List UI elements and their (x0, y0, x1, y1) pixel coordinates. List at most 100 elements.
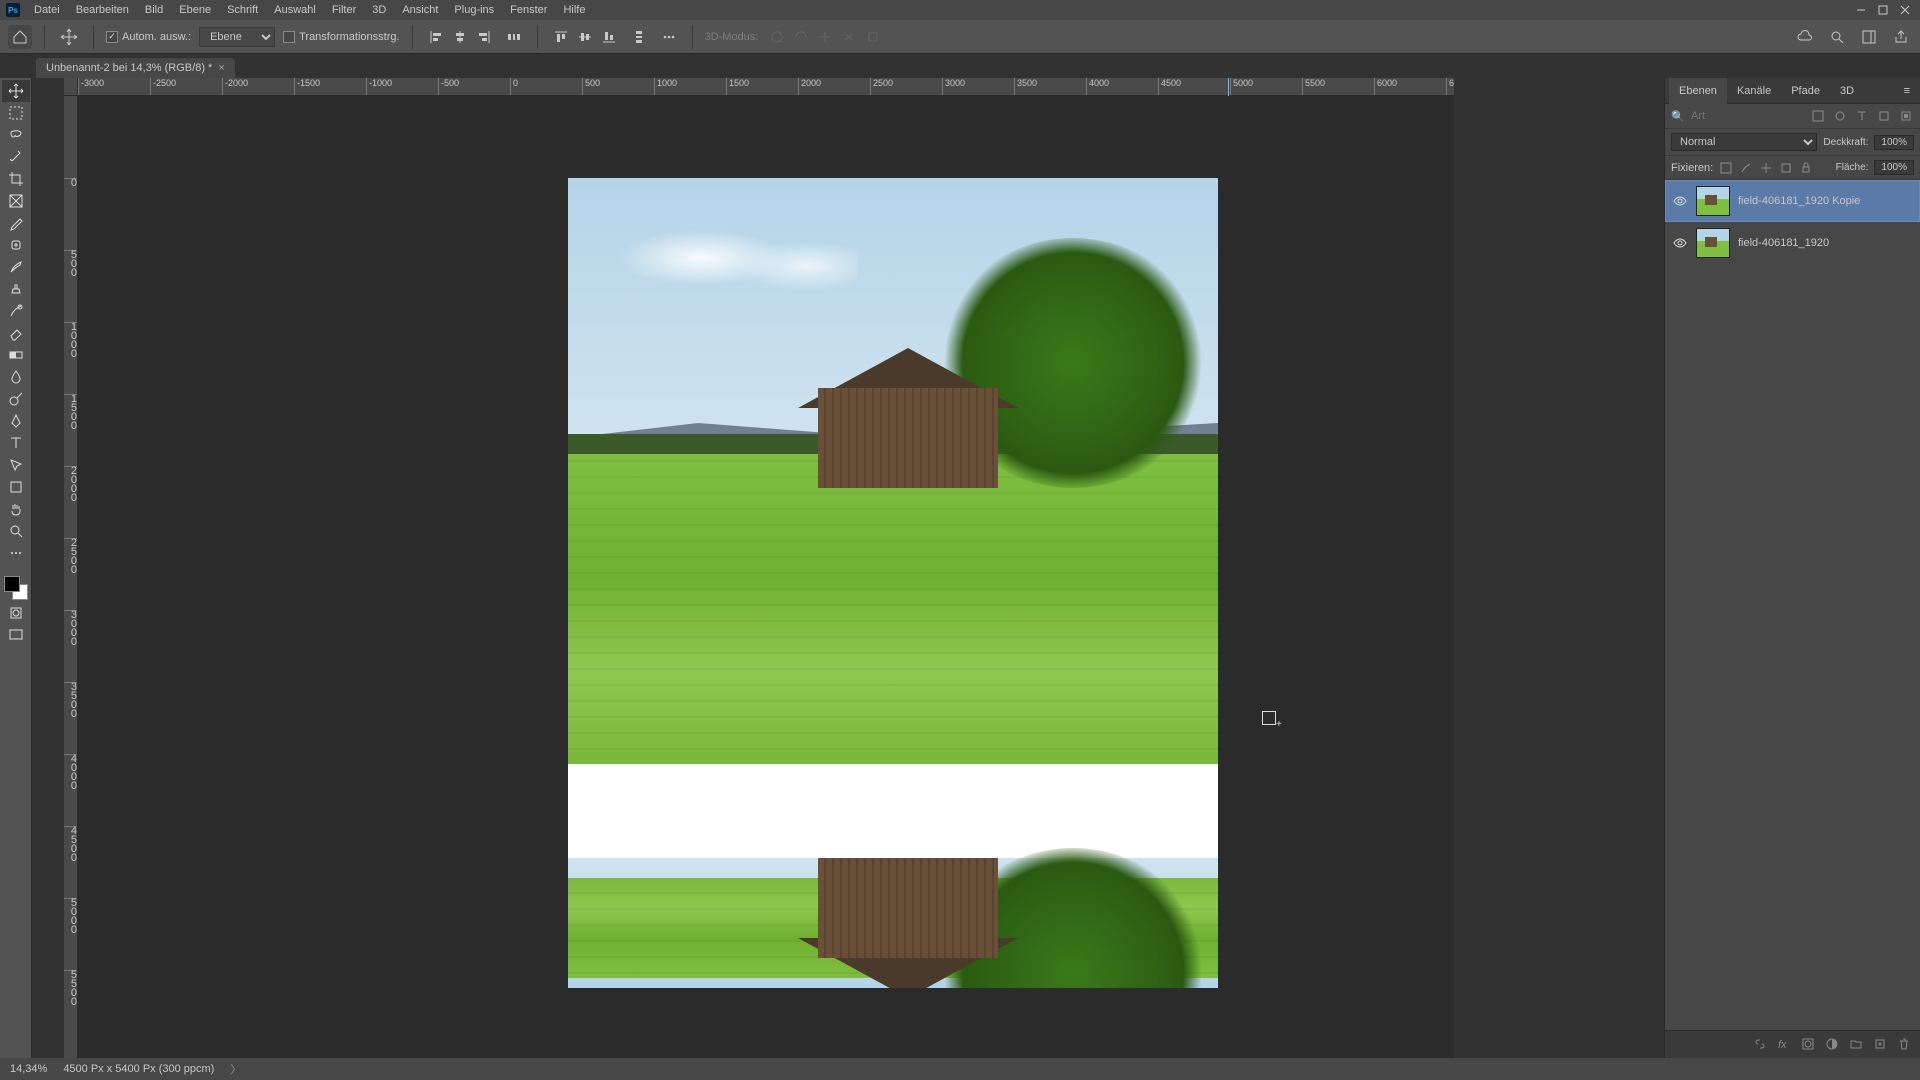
zoom-level[interactable]: 14,34% (10, 1063, 47, 1075)
clone-stamp-tool[interactable] (2, 278, 30, 300)
filter-smart-icon[interactable] (1898, 108, 1914, 124)
filter-pixel-icon[interactable] (1810, 108, 1826, 124)
blend-mode-dropdown[interactable]: Normal (1671, 133, 1817, 151)
blur-tool[interactable] (2, 366, 30, 388)
quickmask-tool[interactable] (2, 602, 30, 624)
menu-auswahl[interactable]: Auswahl (266, 0, 324, 20)
lock-artboard-icon[interactable] (1779, 161, 1793, 175)
align-left-icon[interactable] (425, 26, 447, 48)
fill-value[interactable]: 100% (1874, 160, 1914, 175)
layer-name[interactable]: field-406181_1920 (1738, 237, 1829, 249)
align-right-icon[interactable] (473, 26, 495, 48)
zoom-tool[interactable] (2, 520, 30, 542)
layer-row[interactable]: field-406181_1920 (1665, 222, 1920, 264)
eraser-tool[interactable] (2, 322, 30, 344)
lock-transparency-icon[interactable] (1719, 161, 1733, 175)
brush-tool[interactable] (2, 256, 30, 278)
filter-adjust-icon[interactable] (1832, 108, 1848, 124)
menu-bearbeiten[interactable]: Bearbeiten (68, 0, 137, 20)
distribute-h-icon[interactable] (503, 26, 525, 48)
document-tab[interactable]: Unbenannt-2 bei 14,3% (RGB/8) * × (36, 58, 235, 78)
align-vcenter-icon[interactable] (574, 26, 596, 48)
layer-thumbnail[interactable] (1696, 186, 1730, 216)
color-swatch[interactable] (2, 574, 30, 602)
close-icon[interactable]: × (218, 62, 224, 74)
screenmode-tool[interactable] (2, 624, 30, 646)
visibility-icon[interactable] (1672, 194, 1688, 208)
window-close-icon[interactable] (1896, 1, 1914, 19)
lasso-tool[interactable] (2, 124, 30, 146)
menu-schrift[interactable]: Schrift (219, 0, 266, 20)
menu-ebene[interactable]: Ebene (171, 0, 219, 20)
menu-ansicht[interactable]: Ansicht (394, 0, 446, 20)
menu-bild[interactable]: Bild (137, 0, 171, 20)
lock-paint-icon[interactable] (1739, 161, 1753, 175)
align-top-icon[interactable] (550, 26, 572, 48)
opacity-value[interactable]: 100% (1874, 135, 1914, 150)
menu-3d[interactable]: 3D (364, 0, 394, 20)
tab-3d[interactable]: 3D (1830, 78, 1864, 104)
auto-select-dropdown[interactable]: Ebene (199, 27, 275, 47)
document-info[interactable]: 4500 Px x 5400 Px (300 ppcm) (63, 1063, 214, 1075)
visibility-icon[interactable] (1672, 236, 1688, 250)
share-icon[interactable] (1890, 26, 1912, 48)
crop-tool[interactable] (2, 168, 30, 190)
magic-wand-tool[interactable] (2, 146, 30, 168)
align-hcenter-icon[interactable] (449, 26, 471, 48)
menu-datei[interactable]: Datei (26, 0, 68, 20)
hand-tool[interactable] (2, 498, 30, 520)
layer-name[interactable]: field-406181_1920 Kopie (1738, 195, 1860, 207)
type-tool[interactable] (2, 432, 30, 454)
eyedropper-tool[interactable] (2, 212, 30, 234)
search-icon[interactable] (1826, 26, 1848, 48)
adjustment-layer-icon[interactable] (1826, 1038, 1840, 1052)
layer-filter-input[interactable] (1691, 110, 1751, 122)
auto-select-checkbox[interactable]: Autom. ausw.: (106, 31, 191, 43)
transform-controls-checkbox[interactable]: Transformationsstrg. (283, 31, 399, 43)
path-selection-tool[interactable] (2, 454, 30, 476)
canvas-viewport[interactable] (78, 96, 1454, 1058)
layer-thumbnail[interactable] (1696, 228, 1730, 258)
frame-tool[interactable] (2, 190, 30, 212)
edit-toolbar-icon[interactable] (2, 542, 30, 564)
layer-fx-icon[interactable]: fx (1778, 1038, 1792, 1052)
tab-pfade[interactable]: Pfade (1781, 78, 1830, 104)
workspace-icon[interactable] (1858, 26, 1880, 48)
more-options-icon[interactable] (658, 26, 680, 48)
filter-shape-icon[interactable] (1876, 108, 1892, 124)
tab-kanaele[interactable]: Kanäle (1727, 78, 1781, 104)
home-button[interactable] (8, 25, 32, 49)
history-brush-tool[interactable] (2, 300, 30, 322)
lock-position-icon[interactable] (1759, 161, 1773, 175)
foreground-color-swatch[interactable] (4, 576, 20, 592)
gradient-tool[interactable] (2, 344, 30, 366)
shape-tool[interactable] (2, 476, 30, 498)
new-group-icon[interactable] (1850, 1038, 1864, 1052)
marquee-tool[interactable] (2, 102, 30, 124)
new-layer-icon[interactable] (1874, 1038, 1888, 1052)
link-layers-icon[interactable] (1754, 1038, 1768, 1052)
lock-all-icon[interactable] (1799, 161, 1813, 175)
pen-tool[interactable] (2, 410, 30, 432)
status-flyout-icon[interactable]: 〉 (230, 1061, 241, 1077)
tab-ebenen[interactable]: Ebenen (1669, 78, 1727, 104)
distribute-v-icon[interactable] (628, 26, 650, 48)
align-bottom-icon[interactable] (598, 26, 620, 48)
layer-row[interactable]: field-406181_1920 Kopie (1665, 180, 1920, 222)
menu-fenster[interactable]: Fenster (502, 0, 555, 20)
healing-brush-tool[interactable] (2, 234, 30, 256)
ruler-vertical[interactable]: 0500100015002000250030003500400045005000… (64, 96, 78, 1058)
document-canvas[interactable] (568, 178, 1218, 988)
window-maximize-icon[interactable] (1874, 1, 1892, 19)
ruler-horizontal[interactable]: -3000-2500-2000-1500-1000-50005001000150… (78, 78, 1454, 96)
window-minimize-icon[interactable] (1852, 1, 1870, 19)
cloud-docs-icon[interactable] (1794, 26, 1816, 48)
panel-menu-icon[interactable]: ≡ (1898, 85, 1916, 97)
menu-filter[interactable]: Filter (324, 0, 364, 20)
filter-type-icon[interactable] (1854, 108, 1870, 124)
delete-layer-icon[interactable] (1898, 1038, 1912, 1052)
dodge-tool[interactable] (2, 388, 30, 410)
layer-mask-icon[interactable] (1802, 1038, 1816, 1052)
move-tool[interactable] (2, 80, 30, 102)
menu-plugins[interactable]: Plug-ins (446, 0, 502, 20)
